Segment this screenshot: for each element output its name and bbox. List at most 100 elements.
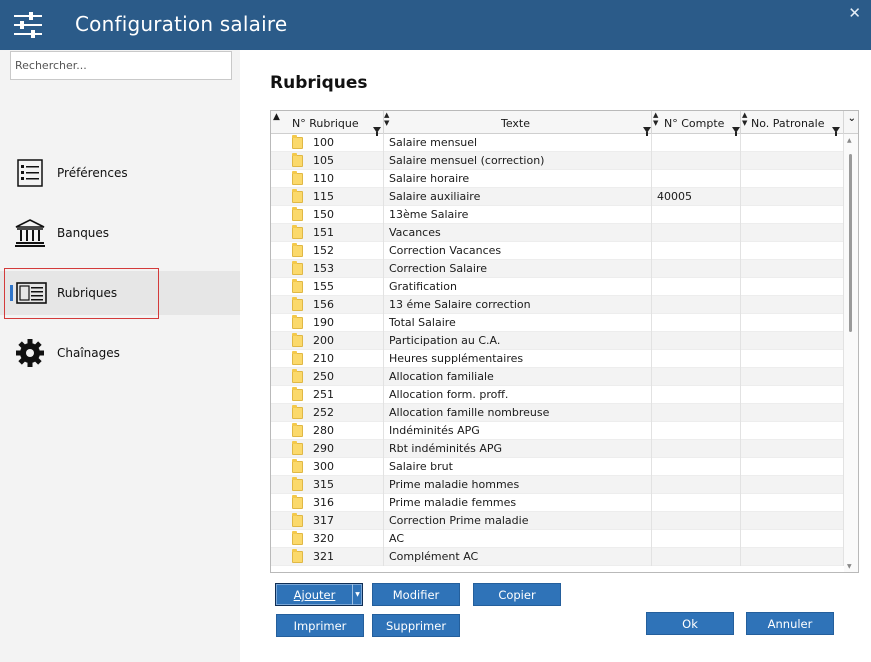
table-cell-num: 150 (271, 206, 384, 224)
modifier-button[interactable]: Modifier (372, 583, 460, 606)
filter-icon[interactable] (373, 127, 381, 136)
copier-button[interactable]: Copier (473, 583, 561, 606)
table-cell-num: 115 (271, 188, 384, 206)
ok-button[interactable]: Ok (646, 612, 734, 635)
folder-icon (292, 297, 303, 311)
table-row[interactable]: 110 Salaire horaire (271, 170, 844, 188)
table-row[interactable]: 210 Heures supplémentaires (271, 350, 844, 368)
table-row[interactable]: 320 AC (271, 530, 844, 548)
sidebar-item-preferences[interactable]: Préférences (0, 151, 240, 195)
sort-icon[interactable]: ▲ ▼ (384, 111, 389, 127)
table-row[interactable]: 153 Correction Salaire (271, 260, 844, 278)
title-bar: Configuration salaire ✕ (0, 0, 871, 50)
table-row[interactable]: 250 Allocation familiale (271, 368, 844, 386)
folder-icon (292, 333, 303, 347)
table-cell-num: 321 (271, 548, 384, 566)
supprimer-button[interactable]: Supprimer (372, 614, 460, 637)
table-row[interactable]: 190 Total Salaire (271, 314, 844, 332)
table-cell-patronale (741, 278, 844, 296)
table-cell-patronale (741, 170, 844, 188)
table-cell-num: 190 (271, 314, 384, 332)
table-cell-num: 105 (271, 152, 384, 170)
table-cell-patronale (741, 422, 844, 440)
column-header-compte[interactable]: ▲ ▼ N° Compte (652, 111, 741, 136)
table-cell-texte: Indéminités APG (384, 422, 652, 440)
table-row[interactable]: 280 Indéminités APG (271, 422, 844, 440)
table-cell-num: 316 (271, 494, 384, 512)
table-cell-patronale (741, 548, 844, 566)
active-indicator (10, 285, 13, 301)
table-cell-num: 317 (271, 512, 384, 530)
column-header-patronale[interactable]: ▲ ▼ No. Patronale (741, 111, 844, 136)
table-row[interactable]: 321 Complément AC (271, 548, 844, 566)
annuler-button[interactable]: Annuler (746, 612, 834, 635)
table-row[interactable]: 152 Correction Vacances (271, 242, 844, 260)
table-row[interactable]: 315 Prime maladie hommes (271, 476, 844, 494)
table-cell-patronale (741, 386, 844, 404)
table-row[interactable]: 251 Allocation form. proff. (271, 386, 844, 404)
column-header-num[interactable]: N° Rubrique (271, 111, 384, 136)
table-header: ▲ N° Rubrique Texte ▲ ▼ ▲ ▼ N° Compte ▲ ▼ N… (271, 111, 858, 136)
table-row[interactable]: 105 Salaire mensuel (correction) (271, 152, 844, 170)
ajouter-button[interactable]: Ajouter ▼ (275, 583, 363, 606)
page-title: Rubriques (270, 73, 368, 93)
filter-icon[interactable] (832, 127, 840, 136)
table-cell-texte: Correction Salaire (384, 260, 652, 278)
table-cell-compte (652, 530, 741, 548)
table-cell-texte: Salaire brut (384, 458, 652, 476)
rubriques-table: ▲ N° Rubrique Texte ▲ ▼ ▲ ▼ N° Compte ▲ ▼ N… (270, 110, 859, 573)
ajouter-button-label: Ajouter (293, 588, 336, 602)
table-cell-num: 252 (271, 404, 384, 422)
dropdown-arrow-icon[interactable]: ▼ (352, 584, 362, 605)
table-cell-compte: 40005 (652, 188, 741, 206)
table-cell-num: 155 (271, 278, 384, 296)
scroll-thumb[interactable] (849, 154, 852, 332)
table-cell-num: 100 (271, 134, 384, 152)
table-row[interactable]: 100 Salaire mensuel (271, 134, 844, 152)
search-input[interactable] (10, 51, 232, 80)
sort-icon[interactable]: ▲ ▼ (742, 111, 747, 127)
table-row[interactable]: 155 Gratification (271, 278, 844, 296)
table-row[interactable]: 151 Vacances (271, 224, 844, 242)
folder-icon (292, 495, 303, 509)
table-cell-compte (652, 224, 741, 242)
table-cell-texte: Salaire auxiliaire (384, 188, 652, 206)
table-row[interactable]: 300 Salaire brut (271, 458, 844, 476)
vertical-scrollbar[interactable]: ▲ ▼ (844, 134, 858, 572)
table-row[interactable]: 115 Salaire auxiliaire 40005 (271, 188, 844, 206)
expand-all-icon[interactable]: ⌄ (848, 113, 856, 124)
folder-icon (292, 405, 303, 419)
table-row[interactable]: 316 Prime maladie femmes (271, 494, 844, 512)
folder-icon (292, 549, 303, 563)
scroll-up-icon[interactable]: ▲ (847, 137, 852, 144)
table-row[interactable]: 290 Rbt indéminités APG (271, 440, 844, 458)
imprimer-button[interactable]: Imprimer (276, 614, 364, 637)
table-cell-compte (652, 134, 741, 152)
filter-icon[interactable] (732, 127, 740, 136)
close-icon[interactable]: ✕ (848, 4, 861, 22)
table-cell-patronale (741, 458, 844, 476)
table-cell-compte (652, 440, 741, 458)
folder-icon (292, 225, 303, 239)
table-cell-texte: Vacances (384, 224, 652, 242)
table-row[interactable]: 200 Participation au C.A. (271, 332, 844, 350)
table-row[interactable]: 156 13 éme Salaire correction (271, 296, 844, 314)
table-cell-compte (652, 350, 741, 368)
table-cell-num: 156 (271, 296, 384, 314)
table-cell-texte: Total Salaire (384, 314, 652, 332)
table-row[interactable]: 317 Correction Prime maladie (271, 512, 844, 530)
table-cell-compte (652, 152, 741, 170)
filter-icon[interactable] (643, 127, 651, 136)
table-row[interactable]: 150 13ème Salaire (271, 206, 844, 224)
sidebar-item-banques[interactable]: Banques (0, 211, 240, 255)
sort-icon[interactable]: ▲ ▼ (653, 111, 658, 127)
table-cell-texte: Gratification (384, 278, 652, 296)
table-cell-texte: Salaire horaire (384, 170, 652, 188)
scroll-down-icon[interactable]: ▼ (847, 563, 852, 570)
settings-sliders-icon (14, 12, 42, 38)
table-cell-patronale (741, 242, 844, 260)
table-row[interactable]: 252 Allocation famille nombreuse (271, 404, 844, 422)
column-header-texte[interactable]: Texte ▲ ▼ (384, 111, 652, 136)
sidebar-item-rubriques[interactable]: Rubriques (0, 271, 240, 315)
sidebar-item-chainages[interactable]: Chaînages (0, 331, 240, 375)
